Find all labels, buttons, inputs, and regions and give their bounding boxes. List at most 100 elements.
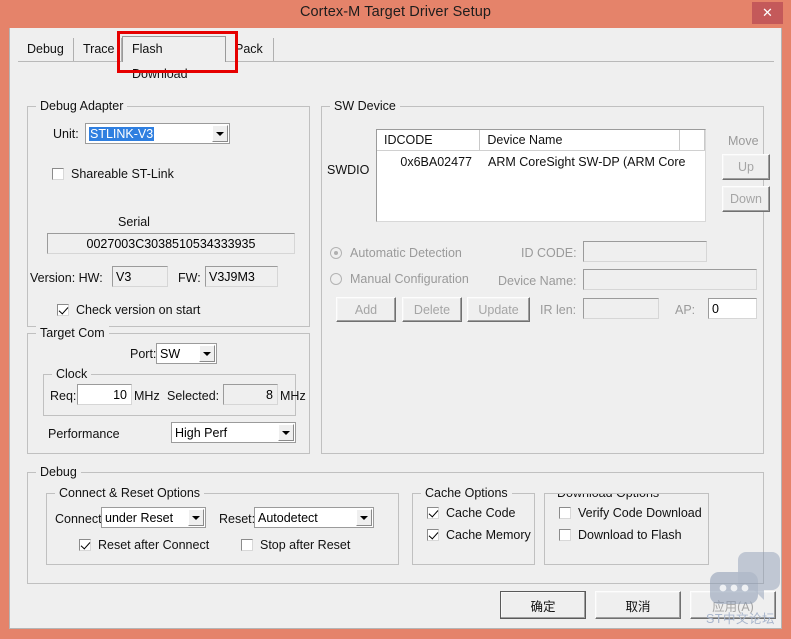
chevron-down-icon[interactable] [356, 509, 372, 526]
table-row[interactable]: 0x6BA02477 ARM CoreSight SW-DP (ARM Core [377, 151, 705, 173]
watermark-text: ST中文论坛 [706, 612, 775, 626]
verify-code-download-checkbox[interactable]: Verify Code Download [559, 506, 702, 520]
chevron-down-icon[interactable] [212, 125, 228, 142]
cell-idcode: 0x6BA02477 [400, 155, 472, 169]
ok-button[interactable]: 确定 [500, 591, 586, 619]
chevron-down-icon[interactable] [188, 509, 204, 526]
checkbox-box [559, 507, 571, 519]
check-version-on-start-label: Check version on start [76, 303, 201, 317]
cache-code-label: Cache Code [446, 506, 516, 520]
checkbox-box [79, 539, 91, 551]
port-combo-value: SW [160, 346, 181, 361]
download-options-label: Download Options [553, 494, 664, 500]
checkbox-box [427, 507, 439, 519]
unit-combo[interactable]: STLINK-V3 [85, 123, 230, 144]
sw-device-table[interactable]: IDCODE Device Name 0x6BA02477 ARM CoreSi… [376, 129, 706, 222]
add-device-button[interactable]: Add [336, 297, 396, 322]
debug-adapter-group-label: Debug Adapter [36, 99, 128, 113]
selected-clock-field: 8 [223, 384, 278, 405]
check-version-on-start-checkbox[interactable]: Check version on start [57, 303, 200, 317]
target-com-group: Target Com Port: SW Clock Req: 10 MHz Se… [27, 326, 310, 454]
sw-device-group: SW Device SWDIO IDCODE Device Name 0x6BA… [321, 99, 770, 454]
clock-group: Clock Req: 10 MHz Selected: 8 MHz [43, 367, 306, 416]
checkbox-box [241, 539, 253, 551]
download-to-flash-label: Download to Flash [578, 528, 682, 542]
debug-group: Debug Connect & Reset Options Connect: u… [27, 465, 764, 584]
shareable-st-link-label: Shareable ST-Link [71, 167, 174, 181]
tab-debug[interactable]: Debug [18, 38, 74, 61]
radio-circle [330, 247, 342, 259]
debug-adapter-group: Debug Adapter Unit: STLINK-V3 Shareable … [27, 99, 310, 327]
sw-device-group-label: SW Device [330, 99, 400, 113]
performance-label: Performance [48, 427, 120, 441]
port-combo[interactable]: SW [156, 343, 217, 364]
ir-len-field[interactable] [583, 298, 659, 319]
ap-field[interactable]: 0 [708, 298, 757, 319]
column-header-device-name: Device Name [480, 130, 681, 150]
tab-flash-download[interactable]: Flash Download [122, 36, 226, 81]
table-header-row: IDCODE Device Name [377, 130, 705, 151]
connect-label: Connect: [55, 512, 106, 526]
stop-after-reset-checkbox[interactable]: Stop after Reset [241, 538, 350, 552]
dialog-client-area: Debug Trace Flash Download Pack Debug Ad… [9, 28, 782, 629]
tab-strip: Debug Trace Flash Download Pack [18, 31, 774, 81]
automatic-detection-radio[interactable]: Automatic Detection [330, 246, 462, 260]
cancel-button[interactable]: 取消 [595, 591, 681, 619]
download-to-flash-checkbox[interactable]: Download to Flash [559, 528, 682, 542]
hw-version-field: V3 [112, 266, 168, 287]
delete-device-button[interactable]: Delete [402, 297, 462, 322]
dialog-window: Cortex-M Target Driver Setup ✕ Debug Tra… [0, 0, 791, 639]
automatic-detection-label: Automatic Detection [350, 246, 462, 260]
verify-code-download-label: Verify Code Download [578, 506, 702, 520]
connect-combo-value: under Reset [105, 510, 174, 525]
close-button[interactable]: ✕ [752, 2, 783, 24]
stop-after-reset-label: Stop after Reset [260, 538, 351, 552]
checkbox-box [57, 304, 69, 316]
move-label: Move [728, 134, 759, 148]
version-hw-label: Version: HW: [30, 271, 103, 285]
tab-pack[interactable]: Pack [226, 38, 274, 61]
manual-configuration-label: Manual Configuration [350, 272, 469, 286]
tab-trace[interactable]: Trace [74, 38, 122, 61]
req-label: Req: [50, 389, 77, 403]
req-clock-input[interactable]: 10 [77, 384, 132, 405]
reset-after-connect-checkbox[interactable]: Reset after Connect [79, 538, 209, 552]
port-label: Port: [130, 347, 157, 361]
cell-device-name: ARM CoreSight SW-DP (ARM Core [488, 155, 686, 169]
target-com-group-label: Target Com [36, 326, 109, 340]
chevron-down-icon[interactable] [199, 345, 215, 362]
download-options-group: Download Options Verify Code Download Do… [544, 493, 709, 565]
checkbox-box [427, 529, 439, 541]
cache-options-group: Cache Options Cache Code Cache Memory [412, 486, 535, 565]
swdio-label: SWDIO [327, 163, 370, 177]
cache-options-label: Cache Options [421, 486, 512, 500]
move-down-button[interactable]: Down [722, 186, 770, 212]
clock-group-label: Clock [52, 367, 92, 381]
shareable-st-link-checkbox[interactable]: Shareable ST-Link [52, 167, 174, 181]
selected-label: Selected: [167, 389, 220, 403]
cache-memory-checkbox[interactable]: Cache Memory [427, 528, 531, 542]
title-bar: Cortex-M Target Driver Setup ✕ [0, 0, 791, 28]
reset-after-connect-label: Reset after Connect [98, 538, 210, 552]
update-device-button[interactable]: Update [467, 297, 530, 322]
device-name-field[interactable] [583, 269, 757, 290]
performance-combo[interactable]: High Perf [171, 422, 296, 443]
window-title: Cortex-M Target Driver Setup [299, 4, 492, 20]
id-code-field[interactable] [583, 241, 707, 262]
fw-label: FW: [178, 271, 201, 285]
move-up-button[interactable]: Up [722, 154, 770, 180]
cache-code-checkbox[interactable]: Cache Code [427, 506, 516, 520]
chevron-down-icon[interactable] [278, 424, 294, 441]
checkbox-box [52, 168, 64, 180]
debug-group-label: Debug [36, 465, 81, 479]
req-unit-label: MHz [134, 389, 160, 403]
connect-combo[interactable]: under Reset [101, 507, 206, 528]
selected-unit-label: MHz [280, 389, 306, 403]
reset-combo[interactable]: Autodetect [254, 507, 374, 528]
reset-combo-value: Autodetect [258, 510, 318, 525]
ir-len-label: IR len: [540, 303, 577, 317]
unit-combo-value: STLINK-V3 [89, 126, 155, 141]
ap-label: AP: [675, 303, 696, 317]
manual-configuration-radio[interactable]: Manual Configuration [330, 272, 469, 286]
serial-field: 0027003C3038510534333935 [47, 233, 295, 254]
